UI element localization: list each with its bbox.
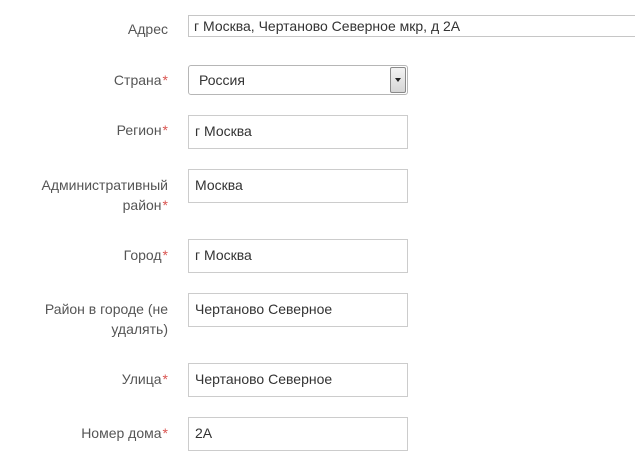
address-form: Адрес г Москва, Чертаново Северное мкр, …: [0, 0, 635, 463]
house-number-label-text: Номер дома: [81, 425, 162, 441]
address-label-text: Адрес: [127, 21, 168, 37]
region-field[interactable]: г Москва: [188, 115, 408, 149]
country-label: Страна*: [8, 70, 168, 90]
city-label-text: Город: [123, 247, 162, 263]
required-asterisk: *: [162, 72, 168, 88]
street-label-text: Улица: [121, 371, 162, 387]
required-asterisk: *: [162, 371, 168, 387]
required-asterisk: *: [162, 197, 168, 213]
address-label: Адрес: [8, 19, 168, 39]
house-number-label: Номер дома*: [8, 423, 168, 443]
street-label: Улица*: [8, 369, 168, 389]
required-asterisk: *: [162, 122, 168, 138]
address-value: г Москва, Чертаново Северное мкр, д 2А: [194, 18, 461, 34]
admin-district-label-line2: район: [122, 197, 162, 213]
chevron-down-icon[interactable]: [390, 67, 406, 93]
house-number-value: 2А: [195, 425, 213, 441]
city-field[interactable]: г Москва: [188, 239, 408, 273]
admin-district-label-line1: Административный: [41, 177, 168, 193]
city-district-field[interactable]: Чертаново Северное: [188, 293, 408, 327]
city-district-label-line1: Район в городе (не: [44, 301, 168, 317]
region-label: Регион*: [8, 120, 168, 140]
city-district-value: Чертаново Северное: [195, 301, 333, 317]
admin-district-label: Административный район*: [8, 175, 168, 215]
admin-district-field[interactable]: Москва: [188, 169, 408, 203]
country-select[interactable]: Россия: [188, 65, 408, 95]
city-label: Город*: [8, 245, 168, 265]
region-value: г Москва: [195, 123, 252, 139]
region-label-text: Регион: [116, 122, 162, 138]
required-asterisk: *: [162, 425, 168, 441]
admin-district-value: Москва: [195, 177, 243, 193]
city-district-label: Район в городе (не удалять): [8, 299, 168, 339]
city-district-label-line2: удалять): [111, 321, 168, 337]
country-selected-value: Россия: [199, 72, 245, 88]
address-field[interactable]: г Москва, Чертаново Северное мкр, д 2А: [188, 15, 635, 37]
city-value: г Москва: [195, 247, 252, 263]
country-label-text: Страна: [113, 72, 162, 88]
street-field[interactable]: Чертаново Северное: [188, 363, 408, 397]
required-asterisk: *: [162, 247, 168, 263]
house-number-field[interactable]: 2А: [188, 417, 408, 451]
street-value: Чертаново Северное: [195, 371, 333, 387]
